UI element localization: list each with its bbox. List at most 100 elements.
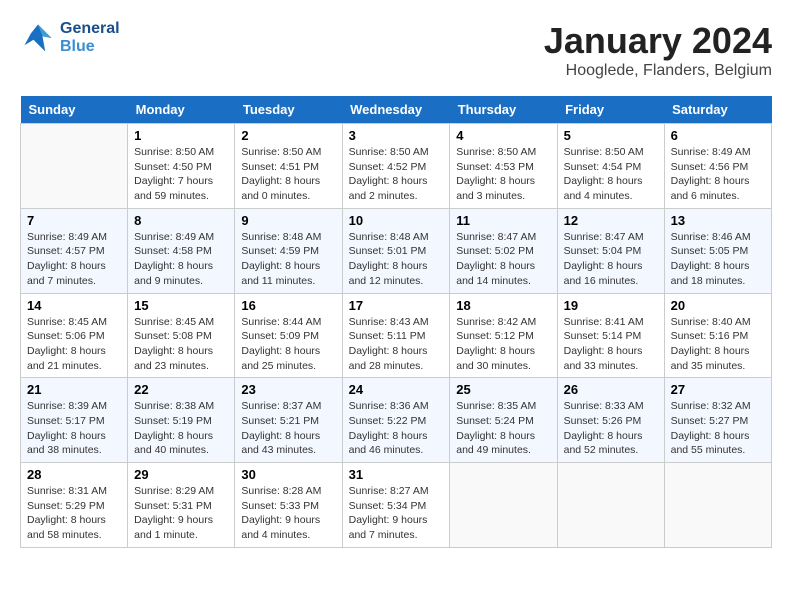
day-info: Sunrise: 8:35 AM Sunset: 5:24 PM Dayligh… [456,399,550,458]
month-year: January 2024 [544,20,772,62]
sunrise: Sunrise: 8:40 AM [671,316,751,328]
calendar-cell: 2 Sunrise: 8:50 AM Sunset: 4:51 PM Dayli… [235,124,342,209]
daylight: Daylight: 8 hours and 2 minutes. [349,175,428,202]
sunset: Sunset: 5:01 PM [349,245,427,257]
sunrise: Sunrise: 8:32 AM [671,400,751,412]
logo-icon [20,20,56,56]
sunset: Sunset: 5:26 PM [564,415,642,427]
calendar-cell: 5 Sunrise: 8:50 AM Sunset: 4:54 PM Dayli… [557,124,664,209]
sunrise: Sunrise: 8:48 AM [349,231,429,243]
sunset: Sunset: 5:05 PM [671,245,749,257]
daylight: Daylight: 8 hours and 11 minutes. [241,260,320,287]
sunset: Sunset: 4:54 PM [564,161,642,173]
calendar-cell: 25 Sunrise: 8:35 AM Sunset: 5:24 PM Dayl… [450,378,557,463]
sunset: Sunset: 5:11 PM [349,330,426,342]
day-number: 31 [349,467,444,482]
sunset: Sunset: 4:57 PM [27,245,105,257]
day-number: 27 [671,382,765,397]
daylight: Daylight: 8 hours and 9 minutes. [134,260,213,287]
day-number: 4 [456,128,550,143]
sunrise: Sunrise: 8:50 AM [241,146,321,158]
daylight: Daylight: 8 hours and 43 minutes. [241,430,320,457]
day-number: 19 [564,298,658,313]
day-info: Sunrise: 8:43 AM Sunset: 5:11 PM Dayligh… [349,315,444,374]
sunrise: Sunrise: 8:49 AM [671,146,751,158]
calendar-cell: 15 Sunrise: 8:45 AM Sunset: 5:08 PM Dayl… [128,293,235,378]
daylight: Daylight: 8 hours and 33 minutes. [564,345,643,372]
day-info: Sunrise: 8:49 AM Sunset: 4:56 PM Dayligh… [671,145,765,204]
sunset: Sunset: 5:22 PM [349,415,427,427]
weekday-header-saturday: Saturday [664,96,771,124]
daylight: Daylight: 8 hours and 7 minutes. [27,260,106,287]
day-number: 15 [134,298,228,313]
calendar-cell: 11 Sunrise: 8:47 AM Sunset: 5:02 PM Dayl… [450,208,557,293]
day-number: 22 [134,382,228,397]
sunrise: Sunrise: 8:49 AM [134,231,214,243]
calendar-cell: 9 Sunrise: 8:48 AM Sunset: 4:59 PM Dayli… [235,208,342,293]
day-number: 9 [241,213,335,228]
daylight: Daylight: 8 hours and 30 minutes. [456,345,535,372]
sunset: Sunset: 5:14 PM [564,330,642,342]
sunset: Sunset: 4:59 PM [241,245,319,257]
sunset: Sunset: 5:21 PM [241,415,319,427]
day-number: 6 [671,128,765,143]
day-info: Sunrise: 8:44 AM Sunset: 5:09 PM Dayligh… [241,315,335,374]
sunrise: Sunrise: 8:47 AM [564,231,644,243]
day-info: Sunrise: 8:47 AM Sunset: 5:02 PM Dayligh… [456,230,550,289]
sunset: Sunset: 5:33 PM [241,500,319,512]
calendar-cell: 28 Sunrise: 8:31 AM Sunset: 5:29 PM Dayl… [21,463,128,548]
day-number: 23 [241,382,335,397]
calendar-cell: 26 Sunrise: 8:33 AM Sunset: 5:26 PM Dayl… [557,378,664,463]
sunrise: Sunrise: 8:31 AM [27,485,107,497]
day-number: 8 [134,213,228,228]
sunrise: Sunrise: 8:28 AM [241,485,321,497]
title-block: January 2024 Hooglede, Flanders, Belgium [544,20,772,80]
day-info: Sunrise: 8:50 AM Sunset: 4:52 PM Dayligh… [349,145,444,204]
day-number: 13 [671,213,765,228]
calendar-cell [450,463,557,548]
weekday-header-sunday: Sunday [21,96,128,124]
day-number: 7 [27,213,121,228]
day-info: Sunrise: 8:31 AM Sunset: 5:29 PM Dayligh… [27,484,121,543]
calendar-cell: 4 Sunrise: 8:50 AM Sunset: 4:53 PM Dayli… [450,124,557,209]
day-number: 14 [27,298,121,313]
day-info: Sunrise: 8:46 AM Sunset: 5:05 PM Dayligh… [671,230,765,289]
sunrise: Sunrise: 8:50 AM [564,146,644,158]
sunrise: Sunrise: 8:49 AM [27,231,107,243]
calendar-cell [664,463,771,548]
sunrise: Sunrise: 8:50 AM [134,146,214,158]
logo: General Blue [20,20,120,56]
day-info: Sunrise: 8:38 AM Sunset: 5:19 PM Dayligh… [134,399,228,458]
calendar-cell: 7 Sunrise: 8:49 AM Sunset: 4:57 PM Dayli… [21,208,128,293]
day-info: Sunrise: 8:50 AM Sunset: 4:51 PM Dayligh… [241,145,335,204]
day-number: 11 [456,213,550,228]
calendar-cell: 3 Sunrise: 8:50 AM Sunset: 4:52 PM Dayli… [342,124,450,209]
calendar-cell: 19 Sunrise: 8:41 AM Sunset: 5:14 PM Dayl… [557,293,664,378]
daylight: Daylight: 9 hours and 4 minutes. [241,514,320,541]
day-number: 29 [134,467,228,482]
calendar-table: SundayMondayTuesdayWednesdayThursdayFrid… [20,96,772,548]
daylight: Daylight: 9 hours and 7 minutes. [349,514,428,541]
daylight: Daylight: 8 hours and 35 minutes. [671,345,750,372]
daylight: Daylight: 8 hours and 6 minutes. [671,175,750,202]
sunrise: Sunrise: 8:45 AM [134,316,214,328]
sunrise: Sunrise: 8:39 AM [27,400,107,412]
daylight: Daylight: 8 hours and 28 minutes. [349,345,428,372]
day-number: 5 [564,128,658,143]
daylight: Daylight: 8 hours and 55 minutes. [671,430,750,457]
daylight: Daylight: 8 hours and 14 minutes. [456,260,535,287]
day-number: 20 [671,298,765,313]
day-info: Sunrise: 8:45 AM Sunset: 5:06 PM Dayligh… [27,315,121,374]
day-number: 12 [564,213,658,228]
calendar-cell: 31 Sunrise: 8:27 AM Sunset: 5:34 PM Dayl… [342,463,450,548]
day-info: Sunrise: 8:50 AM Sunset: 4:50 PM Dayligh… [134,145,228,204]
daylight: Daylight: 8 hours and 49 minutes. [456,430,535,457]
day-number: 26 [564,382,658,397]
sunrise: Sunrise: 8:33 AM [564,400,644,412]
weekday-header-wednesday: Wednesday [342,96,450,124]
daylight: Daylight: 8 hours and 12 minutes. [349,260,428,287]
sunset: Sunset: 4:50 PM [134,161,212,173]
week-row-3: 14 Sunrise: 8:45 AM Sunset: 5:06 PM Dayl… [21,293,772,378]
day-number: 10 [349,213,444,228]
sunrise: Sunrise: 8:42 AM [456,316,536,328]
